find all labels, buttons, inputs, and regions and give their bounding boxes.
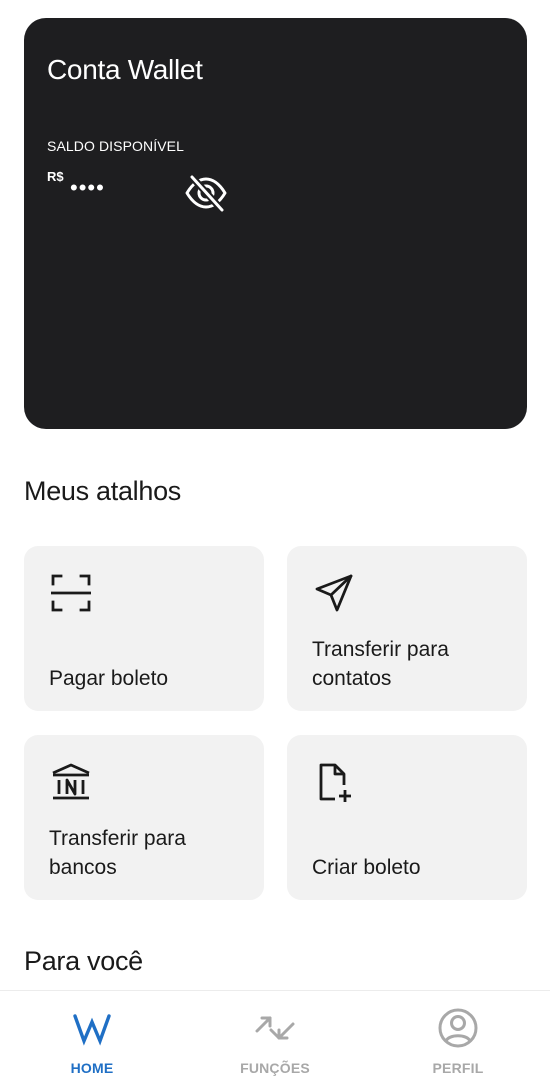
user-circle-icon xyxy=(438,1008,478,1048)
file-add-icon xyxy=(319,763,351,802)
shortcut-transfer-banks[interactable]: Transferir para bancos xyxy=(24,735,264,900)
currency-symbol: R$ xyxy=(47,169,64,184)
shortcut-label: Transferir para contatos xyxy=(312,638,449,690)
shortcut-label: Pagar boleto xyxy=(49,667,169,690)
nav-home[interactable]: HOME xyxy=(22,991,162,1081)
barcode-scan-icon xyxy=(51,574,91,612)
shortcut-transfer-contacts[interactable]: Transferir para contatos xyxy=(287,546,527,711)
eye-off-icon xyxy=(185,173,227,214)
nav-functions[interactable]: FUNÇÕES xyxy=(205,991,345,1081)
nav-label: HOME xyxy=(70,1060,114,1076)
nav-profile[interactable]: PERFIL xyxy=(388,991,528,1081)
shortcut-pay-boleto[interactable]: Pagar boleto xyxy=(24,546,264,711)
home-screen: Conta Wallet SALDO DISPONÍVEL R$ •••• Me… xyxy=(0,0,550,1081)
wallet-logo-icon xyxy=(73,1014,111,1046)
masked-balance: •••• xyxy=(70,175,105,200)
shortcuts-title: Meus atalhos xyxy=(24,476,181,506)
nav-label: FUNÇÕES xyxy=(240,1060,310,1076)
toggle-balance-visibility-button[interactable] xyxy=(184,173,228,214)
wallet-card: Conta Wallet SALDO DISPONÍVEL R$ •••• xyxy=(24,18,527,429)
wallet-card-title: Conta Wallet xyxy=(47,54,203,85)
bottom-navigation: HOME FUNÇÕES PERFIL xyxy=(0,990,550,1081)
shortcut-label: Criar boleto xyxy=(312,856,421,879)
arrows-swap-icon xyxy=(255,1016,295,1040)
balance-label: SALDO DISPONÍVEL xyxy=(47,138,184,154)
send-icon xyxy=(315,574,353,612)
nav-label: PERFIL xyxy=(432,1060,484,1076)
shortcut-create-boleto[interactable]: Criar boleto xyxy=(287,735,527,900)
shortcut-label: Transferir para bancos xyxy=(49,827,186,879)
bank-icon xyxy=(52,763,90,800)
for-you-title: Para você xyxy=(24,946,143,976)
